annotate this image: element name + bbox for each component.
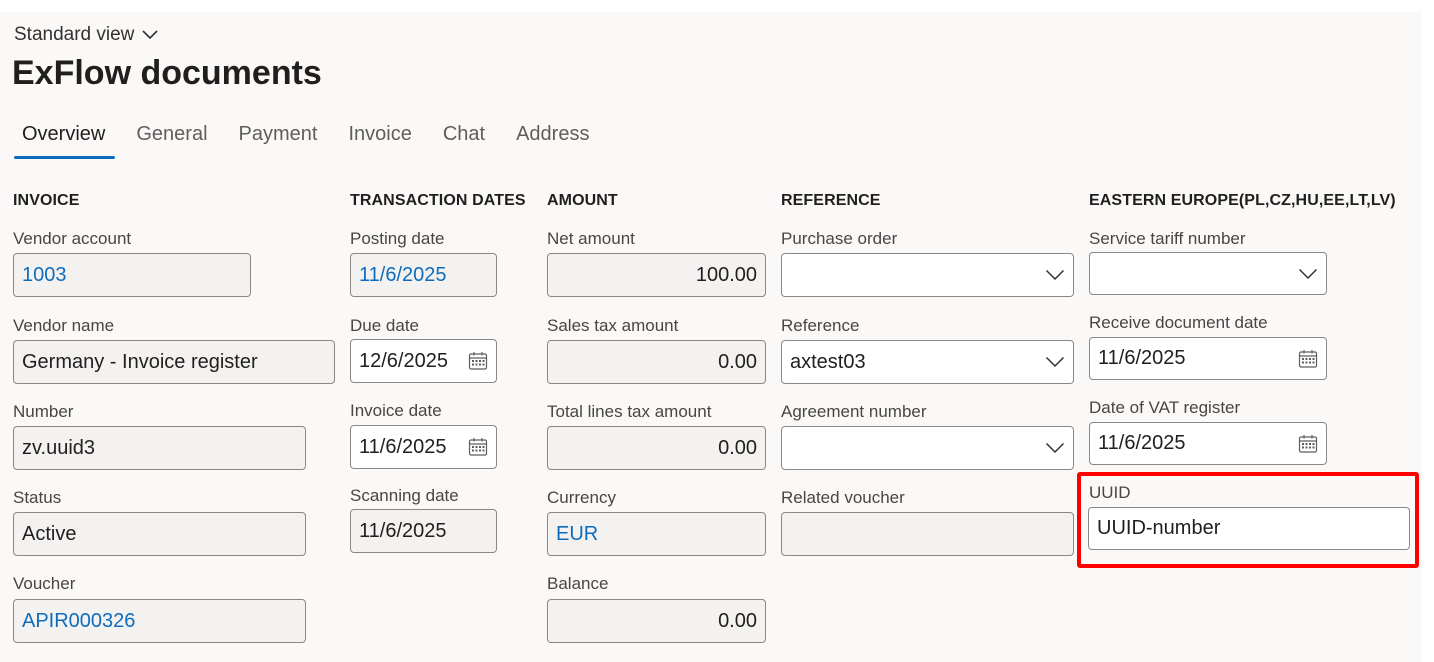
total-lines-tax-amount-field[interactable]: 0.00: [547, 426, 766, 470]
agreement-number-label: Agreement number: [781, 402, 927, 421]
reference-combobox[interactable]: axtest03: [781, 340, 1074, 384]
vendor-account-field[interactable]: 1003: [13, 253, 251, 297]
vendor-account-value[interactable]: 1003: [22, 264, 242, 287]
service-tariff-number-combobox[interactable]: [1089, 252, 1327, 295]
calendar-icon[interactable]: [468, 351, 488, 371]
vendor-account-label: Vendor account: [13, 229, 132, 248]
tab-invoice[interactable]: Invoice: [338, 123, 421, 156]
due-date-label: Due date: [350, 316, 419, 335]
status-label: Status: [13, 488, 62, 507]
exflow-documents-page: Standard view ExFlow documents Overview …: [0, 12, 1422, 662]
section-transaction-dates-heading: TRANSACTION DATES: [350, 192, 526, 209]
service-tariff-number-label: Service tariff number: [1089, 229, 1246, 248]
receive-document-date-value: 11/6/2025: [1098, 347, 1186, 369]
currency-label: Currency: [547, 488, 616, 507]
scanning-date-field[interactable]: 11/6/2025: [350, 509, 497, 553]
tab-general[interactable]: General: [126, 123, 217, 156]
invoice-date-field[interactable]: 11/6/2025: [350, 425, 497, 469]
calendar-icon[interactable]: [468, 437, 488, 457]
sales-tax-amount-value: 0.00: [718, 350, 757, 373]
scanning-date-value: 11/6/2025: [359, 519, 447, 542]
section-amount-heading: AMOUNT: [547, 192, 618, 209]
voucher-value[interactable]: APIR000326: [22, 610, 297, 633]
chevron-down-icon[interactable]: [1298, 268, 1318, 280]
balance-label: Balance: [547, 574, 609, 593]
purchase-order-combobox[interactable]: [781, 253, 1074, 297]
status-field[interactable]: Active: [13, 512, 306, 556]
balance-value: 0.00: [718, 609, 757, 632]
balance-field[interactable]: 0.00: [547, 599, 766, 643]
purchase-order-label: Purchase order: [781, 229, 898, 248]
vendor-name-label: Vendor name: [13, 316, 115, 335]
chevron-down-icon[interactable]: [1045, 356, 1065, 368]
date-of-vat-register-label: Date of VAT register: [1089, 398, 1241, 417]
number-label: Number: [13, 402, 74, 421]
tab-payment[interactable]: Payment: [229, 123, 328, 156]
due-date-field[interactable]: 12/6/2025: [350, 339, 497, 383]
date-of-vat-register-value: 11/6/2025: [1098, 432, 1186, 454]
invoice-date-label: Invoice date: [350, 401, 442, 420]
posting-date-field[interactable]: 11/6/2025: [350, 253, 497, 297]
total-lines-tax-amount-label: Total lines tax amount: [547, 402, 712, 421]
total-lines-tax-amount-value: 0.00: [718, 436, 757, 459]
sales-tax-amount-label: Sales tax amount: [547, 316, 679, 335]
calendar-icon[interactable]: [1298, 434, 1318, 454]
net-amount-value: 100.00: [695, 263, 757, 286]
tab-address[interactable]: Address: [506, 123, 599, 156]
chevron-down-icon: [142, 24, 158, 46]
receive-document-date-label: Receive document date: [1089, 313, 1268, 332]
chevron-down-icon[interactable]: [1045, 442, 1065, 454]
vendor-name-field[interactable]: Germany - Invoice register: [13, 340, 335, 384]
section-invoice-heading: INVOICE: [13, 192, 80, 209]
scanning-date-label: Scanning date: [350, 486, 459, 505]
chevron-down-icon[interactable]: [1045, 269, 1065, 281]
reference-label: Reference: [781, 316, 860, 335]
related-voucher-field[interactable]: [781, 512, 1074, 556]
posting-date-value[interactable]: 11/6/2025: [359, 264, 488, 287]
currency-value[interactable]: EUR: [556, 523, 757, 546]
tab-overview[interactable]: Overview: [12, 123, 116, 159]
net-amount-label: Net amount: [547, 229, 635, 248]
section-eastern-europe-heading: EASTERN EUROPE(PL,CZ,HU,EE,LT,LV): [1089, 192, 1396, 209]
net-amount-field[interactable]: 100.00: [547, 253, 766, 297]
calendar-icon[interactable]: [1298, 349, 1318, 369]
currency-field[interactable]: EUR: [547, 512, 766, 556]
section-reference-heading: REFERENCE: [781, 192, 881, 209]
receive-document-date-field[interactable]: 11/6/2025: [1089, 337, 1327, 380]
date-of-vat-register-field[interactable]: 11/6/2025: [1089, 422, 1327, 465]
number-value: zv.uuid3: [22, 436, 96, 459]
vendor-name-value: Germany - Invoice register: [22, 350, 258, 373]
view-selector-label: Standard view: [14, 24, 135, 45]
number-field[interactable]: zv.uuid3: [13, 426, 306, 470]
related-voucher-label: Related voucher: [781, 488, 905, 507]
view-selector[interactable]: Standard view: [14, 24, 158, 46]
posting-date-label: Posting date: [350, 229, 445, 248]
page-title: ExFlow documents: [12, 54, 322, 92]
tab-bar: Overview General Payment Invoice Chat Ad…: [12, 123, 610, 159]
agreement-number-combobox[interactable]: [781, 426, 1074, 470]
voucher-label: Voucher: [13, 574, 76, 593]
reference-value: axtest03: [790, 350, 866, 373]
uuid-highlight-frame: [1077, 472, 1419, 568]
sales-tax-amount-field[interactable]: 0.00: [547, 340, 766, 384]
status-value: Active: [22, 522, 77, 545]
tab-chat[interactable]: Chat: [433, 123, 495, 156]
voucher-field[interactable]: APIR000326: [13, 599, 306, 643]
